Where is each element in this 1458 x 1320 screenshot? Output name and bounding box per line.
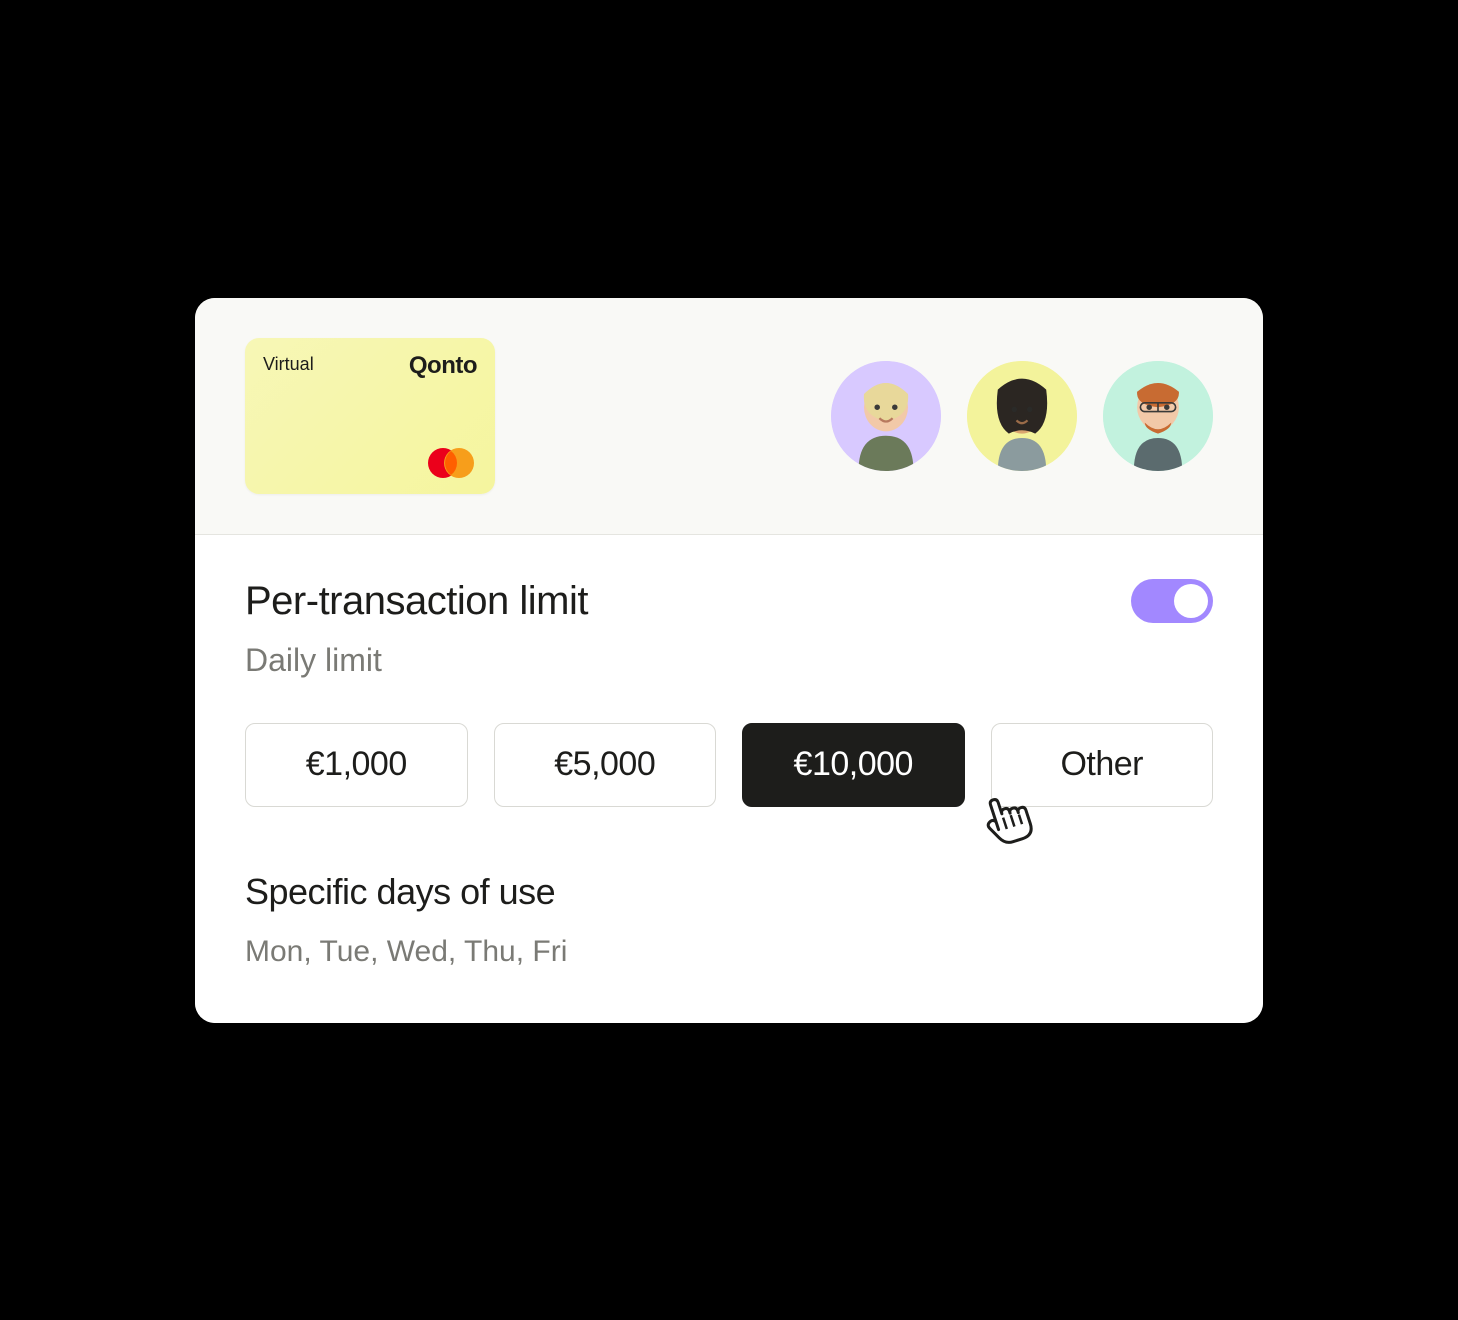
avatar-2[interactable]: [967, 361, 1077, 471]
limit-option-5000[interactable]: €5,000: [494, 723, 717, 807]
limit-option-10000[interactable]: €10,000: [742, 723, 965, 807]
virtual-card[interactable]: Virtual Qonto: [245, 338, 495, 494]
limit-option-1000[interactable]: €1,000: [245, 723, 468, 807]
toggle-knob: [1174, 584, 1208, 618]
limit-options: €1,000 €5,000 €10,000 Other: [245, 723, 1213, 807]
card-settings-panel: Virtual Qonto Per-transaction limit: [195, 298, 1263, 1023]
panel-header: Virtual Qonto: [195, 298, 1263, 535]
avatar-1[interactable]: [831, 361, 941, 471]
specific-days-title: Specific days of use: [245, 871, 1213, 913]
mastercard-icon: [425, 446, 477, 480]
per-transaction-limit-title: Per-transaction limit: [245, 579, 588, 624]
panel-body: Per-transaction limit Daily limit €1,000…: [195, 535, 1263, 1023]
brand-logo: Qonto: [409, 352, 477, 380]
limit-toggle[interactable]: [1131, 579, 1213, 623]
daily-limit-label: Daily limit: [245, 642, 1213, 679]
avatar-3[interactable]: [1103, 361, 1213, 471]
limit-option-other[interactable]: Other: [991, 723, 1214, 807]
specific-days-value: Mon, Tue, Wed, Thu, Fri: [245, 935, 1213, 969]
user-avatars: [831, 361, 1213, 471]
